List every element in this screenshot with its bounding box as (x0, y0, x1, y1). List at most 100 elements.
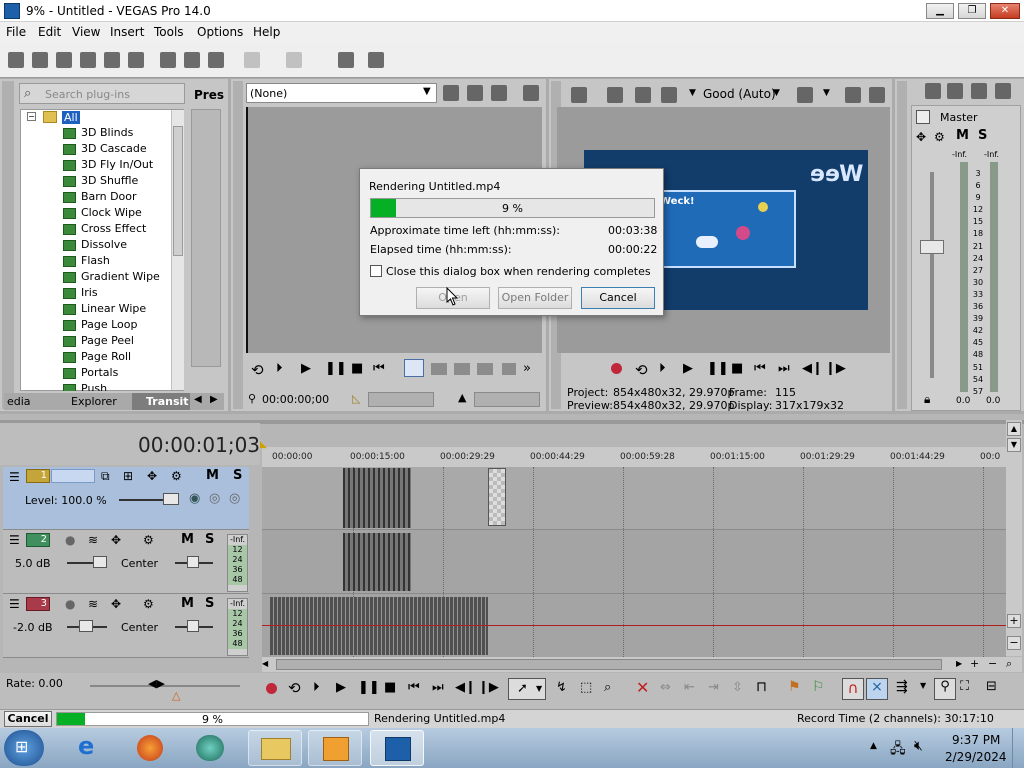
out-point-icon[interactable]: ▲ (458, 391, 466, 404)
snapping-icon[interactable]: ∩ (842, 678, 864, 700)
overlays-chevron-down-icon[interactable]: ▼ (823, 88, 830, 98)
save-snapshot-icon[interactable] (869, 87, 885, 103)
tab-project-media[interactable]: edia (7, 395, 31, 408)
open-folder-button[interactable]: Open Folder (498, 287, 572, 309)
zoom-out-icon[interactable]: − (1007, 636, 1021, 650)
spellcheck-icon[interactable] (443, 85, 459, 101)
track-header-1[interactable]: ☰ 1 ⧉ ⊞ ✥ ⚙ M S Level: 100.0 % ◉ ◎ ◎ (3, 467, 249, 530)
menu-tools[interactable]: Tools (154, 25, 184, 39)
list-item[interactable]: 3D Fly In/Out (63, 157, 178, 173)
master-fader-thumb[interactable] (920, 240, 944, 254)
child-icon[interactable]: ◎ (229, 491, 240, 506)
menu-edit[interactable]: Edit (38, 25, 61, 39)
cursor-marker-icon[interactable]: ◣ (260, 440, 270, 450)
list-item[interactable]: Linear Wipe (63, 301, 178, 317)
transition-clip[interactable] (488, 468, 506, 526)
next-frame-icon[interactable]: ❙▶ (478, 680, 499, 695)
list-item[interactable]: Clock Wipe (63, 205, 178, 221)
list-item[interactable]: 3D Cascade (63, 141, 178, 157)
mixer-downmix-icon[interactable] (947, 83, 963, 99)
track-solo-button[interactable]: S (205, 532, 214, 547)
menu-insert[interactable]: Insert (110, 25, 144, 39)
loop-icon[interactable]: ⟲ (635, 361, 648, 379)
save-icon[interactable] (56, 52, 72, 68)
record-icon[interactable] (611, 363, 622, 374)
audio-clip[interactable] (343, 533, 411, 591)
play-from-start-icon[interactable]: ⏵ (659, 361, 666, 376)
lock-icon[interactable]: 🔒︎ (924, 392, 930, 407)
prev-frame-icon[interactable]: ◀❙ (802, 361, 823, 376)
preview-properties-gear-icon[interactable] (571, 87, 587, 103)
track-fx-icon[interactable]: ✥ (111, 597, 121, 611)
stop-icon[interactable]: ■ (351, 361, 363, 376)
clear-x-icon[interactable] (491, 85, 507, 101)
tab-explorer[interactable]: Explorer (71, 395, 117, 408)
go-to-end-icon[interactable]: ⏭ (432, 680, 444, 695)
in-point-field[interactable] (368, 392, 434, 407)
ripple-chevron-down-icon[interactable]: ▼ (920, 681, 926, 690)
mute-button[interactable]: M (956, 128, 969, 143)
in-point-icon[interactable]: ◺ (352, 392, 360, 405)
overlay-mode-icon[interactable] (431, 363, 447, 375)
replace-mode-icon[interactable] (454, 363, 470, 375)
zoom-out-h-icon[interactable]: − (988, 657, 997, 670)
taskbar-media-player[interactable] (308, 730, 362, 766)
cut-icon[interactable] (160, 52, 176, 68)
trim-icon[interactable] (467, 85, 483, 101)
vegas-app-icon[interactable] (4, 3, 20, 19)
pause-icon[interactable]: ❚❚ (358, 680, 380, 695)
list-item[interactable]: Barn Door (63, 189, 178, 205)
track-header-2[interactable]: ☰ 2 ● ≋ ✥ ⚙ M S 5.0 dB Center -Inf. 12 2… (3, 530, 249, 594)
ignore-grouping-icon[interactable]: ⛶ (960, 679, 969, 694)
envelope-tool-icon[interactable]: ↯ (556, 680, 567, 695)
render-icon[interactable] (104, 52, 120, 68)
play-icon[interactable]: ▶ (301, 361, 311, 376)
tree-collapse-icon[interactable]: − (27, 112, 36, 121)
close-when-done-checkbox[interactable] (370, 265, 382, 277)
pan-slider-thumb[interactable] (187, 620, 199, 632)
horizontal-scrollbar[interactable]: ◀ ▶ + − ⌕ (262, 657, 1022, 672)
scroll-left-icon[interactable]: ◀ (262, 659, 268, 668)
video-fx-icon[interactable] (661, 87, 677, 103)
region-icon[interactable]: ⚐ (812, 679, 825, 695)
rate-slider-thumb[interactable]: ◀▶ (148, 677, 165, 690)
properties-gear-icon[interactable] (128, 52, 144, 68)
list-item[interactable]: Page Peel (63, 333, 178, 349)
lock-envelopes-icon[interactable]: ⚲ (934, 678, 956, 700)
mixer-gear-icon[interactable] (925, 83, 941, 99)
list-item[interactable]: Page Roll (63, 349, 178, 365)
trim-icon[interactable]: ⇔ (660, 680, 671, 695)
list-item[interactable]: Push (63, 381, 178, 391)
track-mute-button[interactable]: M (206, 468, 219, 483)
taskbar-vegas[interactable] (370, 730, 424, 766)
list-item[interactable]: 3D Shuffle (63, 173, 178, 189)
delete-icon[interactable]: ✕ (636, 678, 649, 697)
zoom-in-icon[interactable]: + (1007, 614, 1021, 628)
timeline-ruler[interactable]: 00:00:00 00:00:15:00 00:00:29:29 00:00:4… (262, 447, 1006, 467)
overlays-grid-icon[interactable] (797, 87, 813, 103)
help-pointer-icon[interactable] (368, 52, 384, 68)
external-monitor-icon[interactable] (607, 87, 623, 103)
minimize-button[interactable]: ▁ (926, 3, 954, 19)
close-button[interactable]: ✕ (990, 3, 1020, 19)
preview-quality-dropdown[interactable]: Good (Auto) (703, 87, 776, 101)
prev-frame-icon[interactable]: ◀❙ (455, 680, 476, 695)
panel-grip[interactable] (233, 81, 243, 409)
marker-icon[interactable]: ⚑ (788, 679, 801, 695)
panel-grip[interactable] (2, 81, 14, 409)
track-fx-icon[interactable]: ✥ (147, 469, 157, 483)
vertical-scrollbar[interactable]: ▲ ▼ + − (1006, 420, 1022, 656)
out-point-field[interactable] (474, 392, 540, 407)
tab-scroll-left-icon[interactable]: ◀ (194, 394, 202, 405)
list-item[interactable]: Flash (63, 253, 178, 269)
play-icon[interactable]: ▶ (336, 680, 346, 695)
pause-icon[interactable]: ❚❚ (325, 361, 347, 376)
compositing-icon[interactable]: ⧉ (101, 469, 110, 484)
pause-icon[interactable]: ❚❚ (707, 361, 729, 376)
motion-icon[interactable]: ⊞ (123, 469, 133, 483)
save-as-icon[interactable] (80, 52, 96, 68)
taskbar-explorer[interactable] (248, 730, 302, 766)
tab-transitions[interactable]: Transit (132, 393, 190, 410)
insert-mode-icon[interactable] (404, 359, 424, 377)
scroll-right-icon[interactable]: ▶ (956, 659, 962, 668)
